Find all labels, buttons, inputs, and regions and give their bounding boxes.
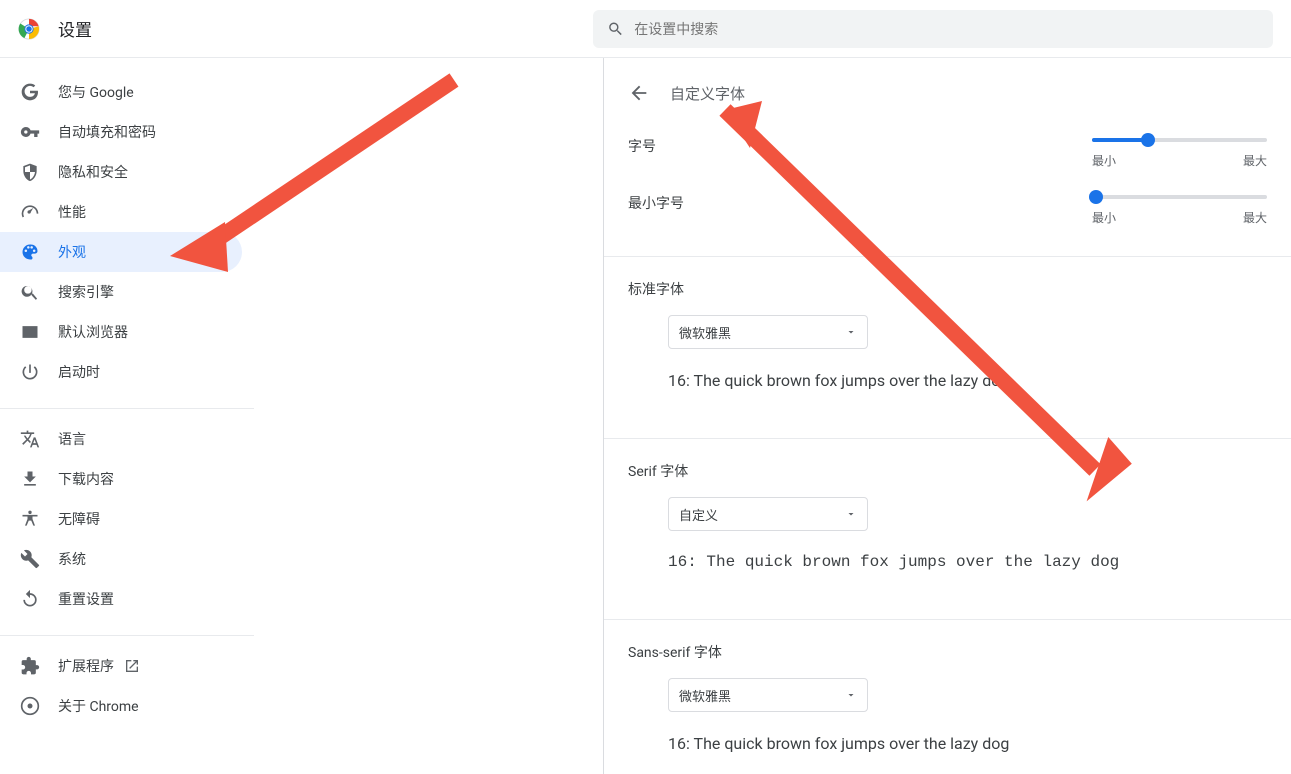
browser-icon — [20, 322, 40, 342]
search-box[interactable] — [593, 10, 1273, 48]
panel-title: 自定义字体 — [670, 83, 745, 104]
slider-min-label: 最小 — [1092, 209, 1116, 226]
sans-serif-font-section: Sans-serif 字体 微软雅黑 16: The quick brown f… — [604, 619, 1291, 774]
speedometer-icon — [20, 202, 40, 222]
extension-icon — [20, 656, 40, 676]
search-input[interactable] — [634, 21, 1259, 37]
sidebar-item-label: 重置设置 — [58, 589, 114, 609]
sidebar-item-reset[interactable]: 重置设置 — [0, 579, 242, 619]
sidebar-item-privacy[interactable]: 隐私和安全 — [0, 152, 242, 192]
reset-icon — [20, 589, 40, 609]
sidebar-item-you-and-google[interactable]: 您与 Google — [0, 72, 242, 112]
app-header: 设置 — [0, 0, 1291, 58]
sidebar-item-accessibility[interactable]: 无障碍 — [0, 499, 242, 539]
sidebar-item-languages[interactable]: 语言 — [0, 419, 242, 459]
sidebar-item-label: 下载内容 — [58, 469, 114, 489]
min-font-size-setting: 最小字号 最小 最大 — [604, 169, 1291, 226]
dropdown-value: 自定义 — [679, 505, 718, 524]
sidebar-item-label: 语言 — [58, 429, 86, 449]
sidebar-item-on-startup[interactable]: 启动时 — [0, 352, 242, 392]
chrome-logo-icon — [18, 18, 40, 40]
sidebar-item-label: 搜索引擎 — [58, 282, 114, 302]
open-in-new-icon — [124, 658, 140, 674]
slider-min-label: 最小 — [1092, 152, 1116, 169]
key-icon — [20, 122, 40, 142]
sidebar-item-label: 扩展程序 — [58, 656, 114, 676]
chevron-down-icon — [845, 508, 857, 520]
slider-max-label: 最大 — [1243, 209, 1267, 226]
slider-max-label: 最大 — [1243, 152, 1267, 169]
sidebar-item-search-engine[interactable]: 搜索引擎 — [0, 272, 242, 312]
sidebar-item-label: 性能 — [58, 202, 86, 222]
search-icon — [20, 282, 40, 302]
standard-font-sample: 16: The quick brown fox jumps over the l… — [668, 371, 1267, 390]
sidebar-divider — [0, 635, 254, 636]
chrome-icon — [20, 696, 40, 716]
font-size-slider[interactable] — [1092, 138, 1267, 142]
back-arrow-icon[interactable] — [628, 82, 650, 104]
sidebar-item-extensions[interactable]: 扩展程序 — [0, 646, 242, 686]
sidebar-item-label: 外观 — [58, 242, 86, 262]
chevron-down-icon — [845, 326, 857, 338]
font-size-label: 字号 — [628, 132, 656, 156]
download-icon — [20, 469, 40, 489]
sidebar-item-label: 无障碍 — [58, 509, 100, 529]
serif-font-sample: 16: The quick brown fox jumps over the l… — [668, 553, 1267, 571]
sidebar-item-label: 默认浏览器 — [58, 322, 128, 342]
wrench-icon — [20, 549, 40, 569]
sidebar-item-about[interactable]: 关于 Chrome — [0, 686, 242, 726]
sidebar-item-appearance[interactable]: 外观 — [0, 232, 242, 272]
sans-serif-font-sample: 16: The quick brown fox jumps over the l… — [668, 734, 1267, 753]
shield-icon — [20, 162, 40, 182]
sidebar-item-label: 自动填充和密码 — [58, 122, 156, 142]
sidebar-item-downloads[interactable]: 下载内容 — [0, 459, 242, 499]
search-icon — [607, 20, 624, 38]
sidebar-item-label: 关于 Chrome — [58, 696, 139, 716]
settings-main-panel: 自定义字体 字号 最小 最大 最小字号 — [604, 58, 1291, 774]
sidebar-item-label: 启动时 — [58, 362, 100, 382]
chevron-down-icon — [845, 689, 857, 701]
accessibility-icon — [20, 509, 40, 529]
font-size-setting: 字号 最小 最大 — [604, 112, 1291, 169]
standard-font-title: 标准字体 — [628, 279, 1267, 299]
sidebar-item-autofill[interactable]: 自动填充和密码 — [0, 112, 242, 152]
min-font-size-label: 最小字号 — [628, 189, 684, 213]
settings-sidebar: 您与 Google 自动填充和密码 隐私和安全 性能 外观 搜索引擎 — [0, 58, 255, 774]
page-title: 设置 — [58, 16, 92, 41]
serif-font-section: Serif 字体 自定义 16: The quick brown fox jum… — [604, 438, 1291, 601]
sidebar-item-label: 隐私和安全 — [58, 162, 128, 182]
standard-font-section: 标准字体 微软雅黑 16: The quick brown fox jumps … — [604, 256, 1291, 420]
min-font-size-slider[interactable] — [1092, 195, 1267, 199]
palette-icon — [20, 242, 40, 262]
power-icon — [20, 362, 40, 382]
google-g-icon — [20, 82, 40, 102]
dropdown-value: 微软雅黑 — [679, 323, 731, 342]
serif-font-title: Serif 字体 — [628, 461, 1267, 481]
sidebar-item-system[interactable]: 系统 — [0, 539, 242, 579]
serif-font-dropdown[interactable]: 自定义 — [668, 497, 868, 531]
sidebar-item-label: 系统 — [58, 549, 86, 569]
sans-serif-font-dropdown[interactable]: 微软雅黑 — [668, 678, 868, 712]
sans-serif-font-title: Sans-serif 字体 — [628, 642, 1267, 662]
sidebar-divider — [0, 408, 254, 409]
dropdown-value: 微软雅黑 — [679, 686, 731, 705]
translate-icon — [20, 429, 40, 449]
standard-font-dropdown[interactable]: 微软雅黑 — [668, 315, 868, 349]
sidebar-item-performance[interactable]: 性能 — [0, 192, 242, 232]
sidebar-item-default-browser[interactable]: 默认浏览器 — [0, 312, 242, 352]
sidebar-item-label: 您与 Google — [58, 82, 134, 102]
